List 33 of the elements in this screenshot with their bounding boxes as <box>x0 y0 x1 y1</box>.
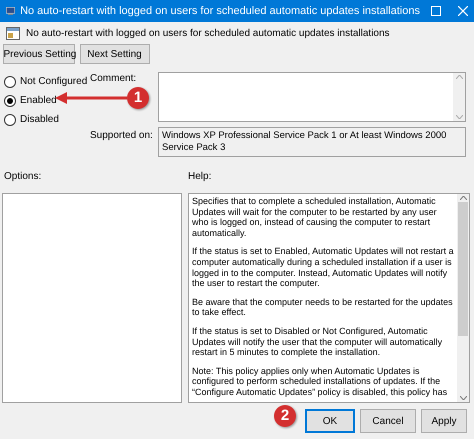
help-label: Help: <box>188 170 212 184</box>
state-radio[interactable]: Enabled <box>4 91 57 110</box>
scroll-down-icon[interactable] <box>456 115 462 119</box>
state-radio[interactable]: Not Configured <box>4 72 88 91</box>
help-paragraph: Specifies that to complete a scheduled installation, Automatic Updates will wait for the computer to be restarted by any user who is logged on, instead of causing the computer to restart automatically. <box>192 196 438 238</box>
dialog-button[interactable]: OK <box>305 409 355 433</box>
step-badge: 2 <box>274 405 296 427</box>
scrollbar[interactable] <box>457 194 469 402</box>
state-radio[interactable]: Disabled <box>4 110 59 129</box>
arrow-annotation <box>55 92 127 104</box>
policy-icon <box>6 26 20 40</box>
help-paragraph: Be aware that the computer needs to be restarted for the updates to take effect. <box>192 296 454 318</box>
app-icon <box>6 5 16 17</box>
next-setting-button[interactable]: Next Setting <box>80 44 150 64</box>
comment-label: Comment: <box>90 72 138 86</box>
previous-setting-button[interactable]: Previous Setting <box>2 44 74 64</box>
help-paragraph: If the status is set to Disabled or Not Configured, Automatic Updates will notify the user that the computer will automatically restart in 5 minutes to complete the installation. <box>192 326 444 358</box>
close-icon[interactable] <box>458 6 468 16</box>
dialog-button[interactable]: Cancel <box>360 409 416 433</box>
policy-title: No auto-restart with logged on users for scheduled automatic updates installations <box>26 26 390 40</box>
options-label: Options: <box>3 170 42 184</box>
supported-on-field: Windows XP Professional Service Pack 1 or At least Windows 2000 Service Pack 3 <box>158 127 466 157</box>
comment-field[interactable] <box>158 72 466 122</box>
scroll-up-icon[interactable] <box>460 196 466 200</box>
supported-on-label: Supported on: <box>90 129 154 143</box>
help-paragraph: Note: This policy applies only when Automatic Updates is configured to perform scheduled installations of updates. If the “Configure Automatic Updates” policy is disabled, this policy has <box>192 366 448 398</box>
dialog-button[interactable]: Apply <box>421 409 467 433</box>
step-badge: 1 <box>127 87 149 109</box>
window-title: No auto-restart with logged on users for scheduled automatic updates installations <box>20 4 420 19</box>
scroll-down-icon[interactable] <box>460 396 466 400</box>
scroll-up-icon[interactable] <box>456 75 462 79</box>
maximize-icon[interactable] <box>430 6 441 16</box>
help-paragraph: If the status is set to Enabled, Automatic Updates will not restart a computer automatically during a scheduled installation if a user is logged in to the computer. Instead, Automatic Updates will notify the user to restart the computer. <box>192 246 454 289</box>
